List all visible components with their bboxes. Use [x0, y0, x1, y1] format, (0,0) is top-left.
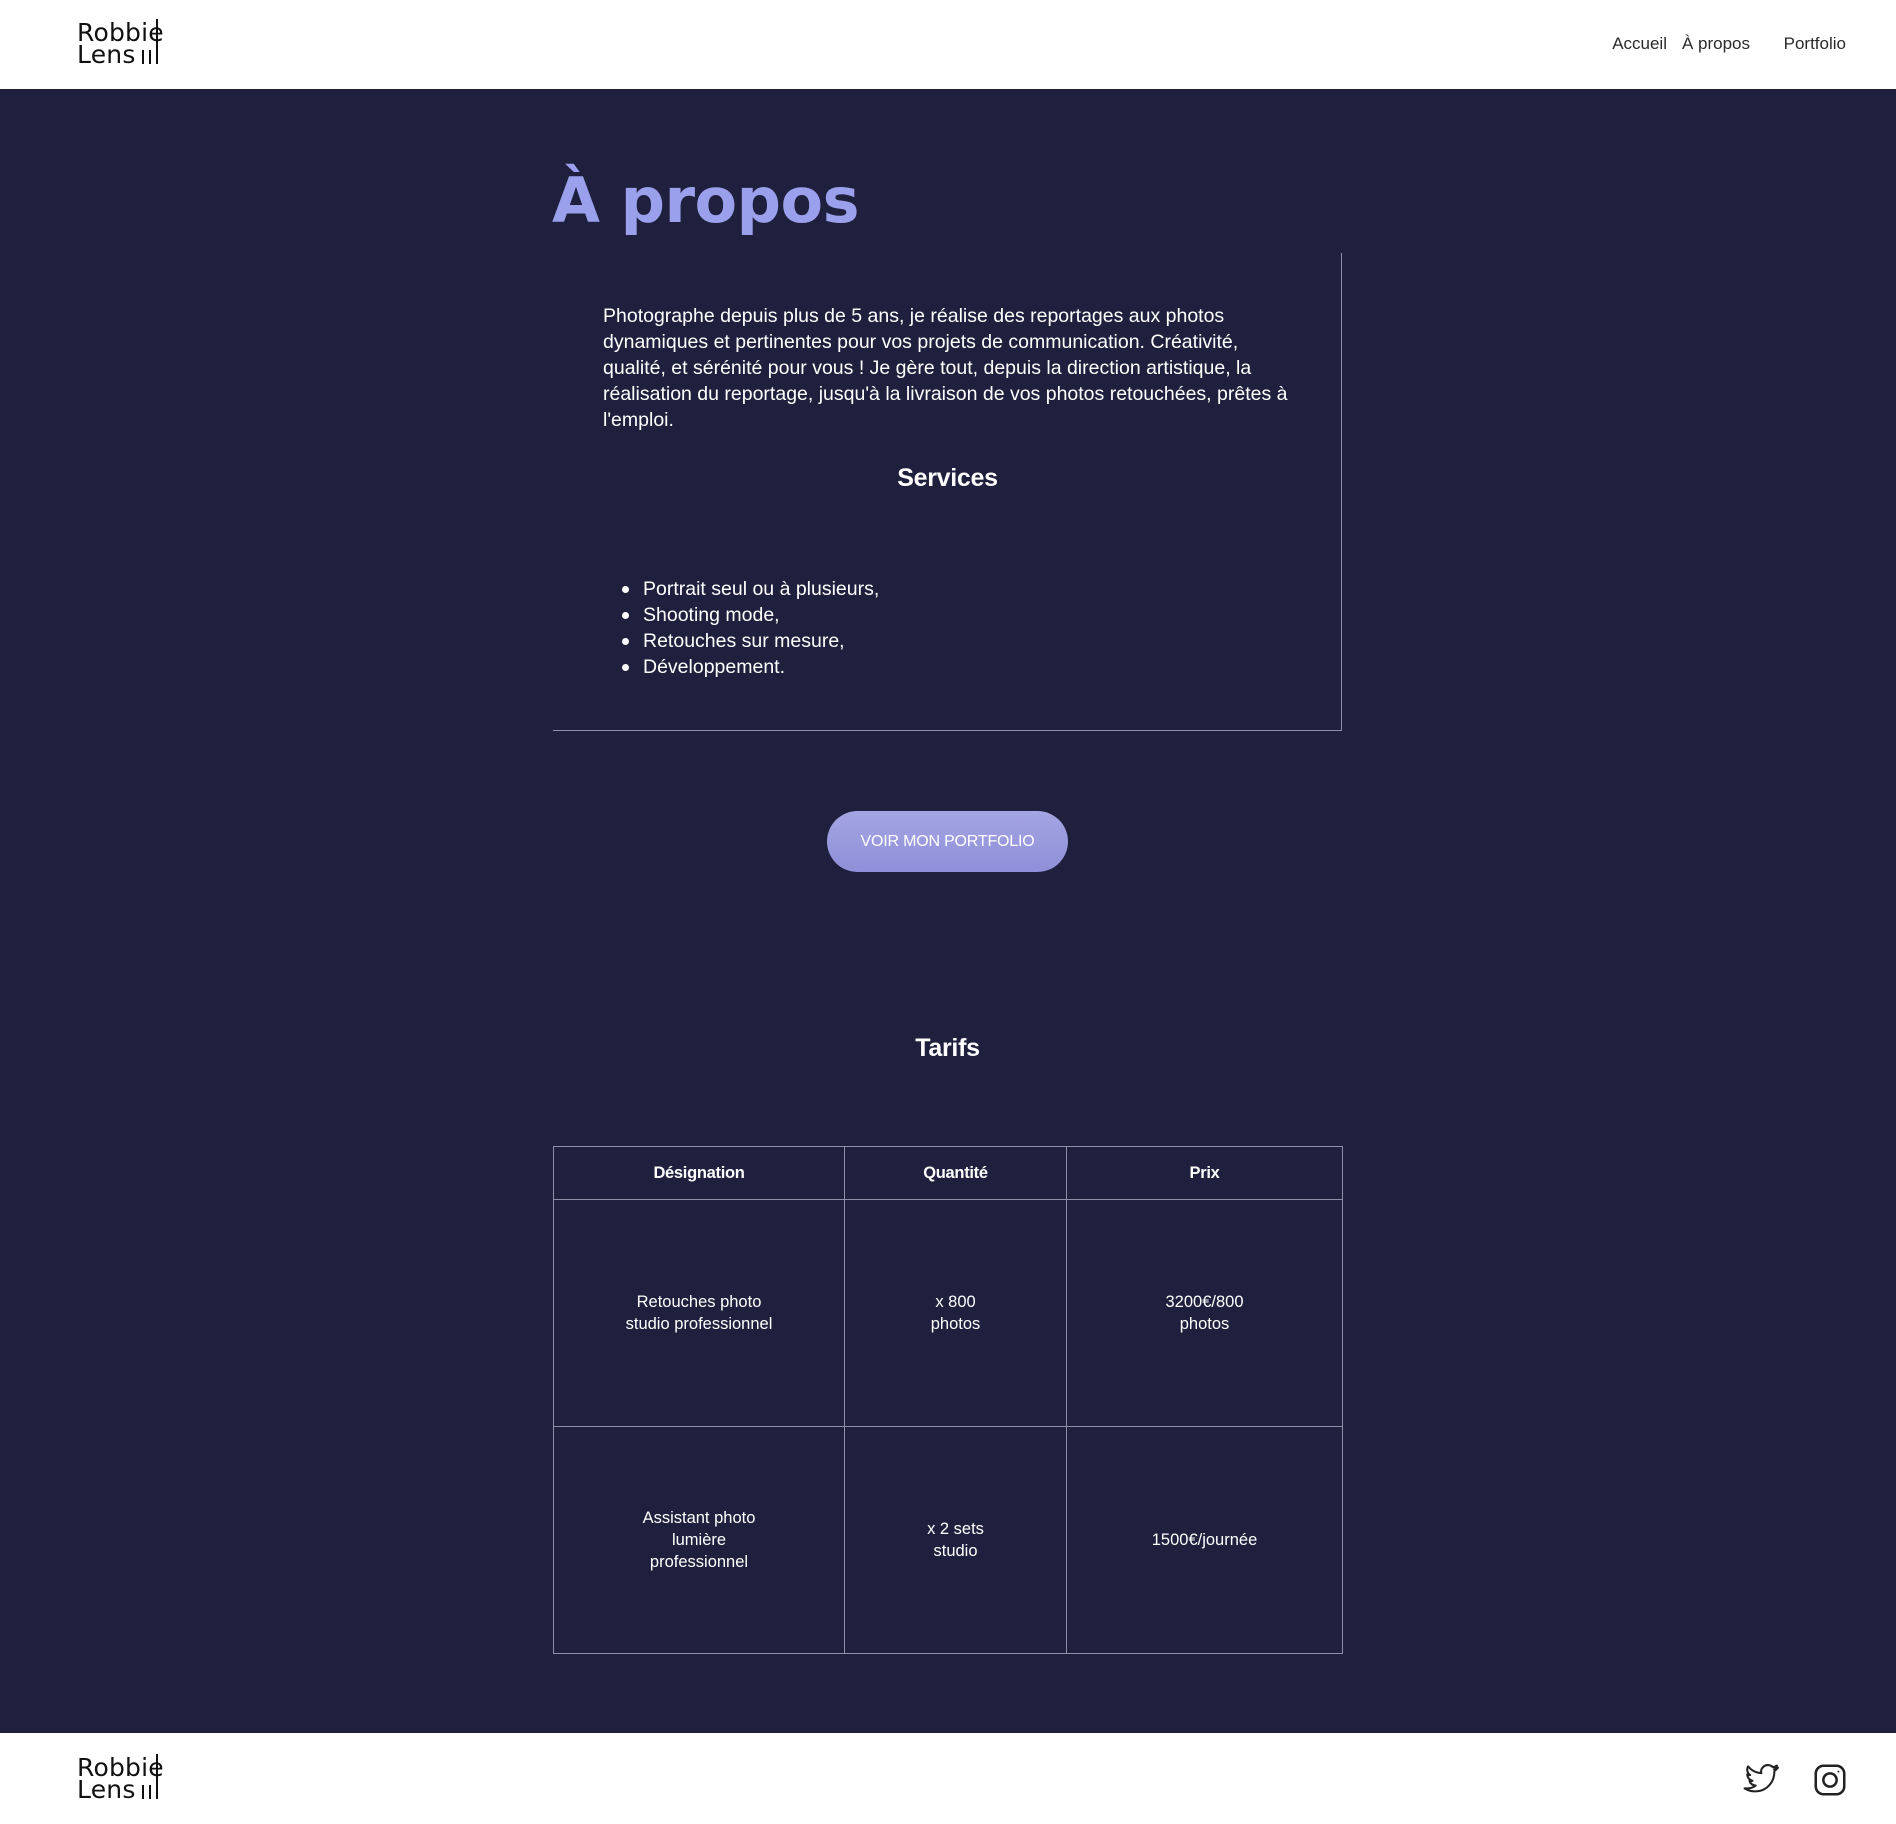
table-row: Assistant photo lumière professionnel x … [553, 1426, 1343, 1654]
logo-line2: Lens [77, 40, 136, 69]
portfolio-button[interactable]: VOIR MON PORTFOLIO [827, 811, 1068, 872]
prices-table: Désignation Quantité Prix Retouches phot… [553, 1146, 1343, 1654]
logo-line2: Lens [77, 1775, 136, 1804]
services-title: Services [897, 464, 998, 492]
column-header-designation: Désignation [553, 1146, 845, 1200]
tarifs-title: Tarifs [915, 1034, 980, 1062]
services-list: Portrait seul ou à plusieurs, Shooting m… [603, 576, 879, 680]
site-header: Robbie Lens Accueil À propos Portfolio [0, 0, 1896, 89]
table-header-row: Désignation Quantité Prix [553, 1146, 1343, 1200]
footer-logo[interactable]: Robbie Lens [77, 1754, 167, 1802]
list-item: Shooting mode, [603, 602, 879, 628]
table-cell: x 2 sets studio [844, 1426, 1067, 1654]
list-item: Portrait seul ou à plusieurs, [603, 576, 879, 602]
table-cell: Assistant photo lumière professionnel [553, 1426, 845, 1654]
table-cell: 3200€/800 photos [1066, 1199, 1343, 1427]
twitter-icon[interactable] [1743, 1761, 1781, 1799]
nav-portfolio[interactable]: Portfolio [1784, 34, 1846, 54]
logo-bars-icon [140, 19, 162, 67]
column-header-quantite: Quantité [844, 1146, 1067, 1200]
table-row: Retouches photo studio professionnel x 8… [553, 1199, 1343, 1427]
about-text: Photographe depuis plus de 5 ans, je réa… [603, 305, 1288, 431]
table-cell: Retouches photo studio professionnel [553, 1199, 845, 1427]
list-item: Développement. [603, 654, 879, 680]
page-title: À propos [552, 164, 860, 237]
column-header-prix: Prix [1066, 1146, 1343, 1200]
logo[interactable]: Robbie Lens [77, 19, 167, 67]
instagram-icon[interactable] [1811, 1761, 1849, 1799]
site-footer: Robbie Lens [0, 1733, 1896, 1824]
nav-accueil[interactable]: Accueil [1612, 34, 1667, 54]
list-item: Retouches sur mesure, [603, 628, 879, 654]
table-cell: x 800 photos [844, 1199, 1067, 1427]
logo-bars-icon [140, 1754, 162, 1802]
table-cell: 1500€/journée [1066, 1426, 1343, 1654]
nav-a-propos[interactable]: À propos [1682, 34, 1750, 54]
